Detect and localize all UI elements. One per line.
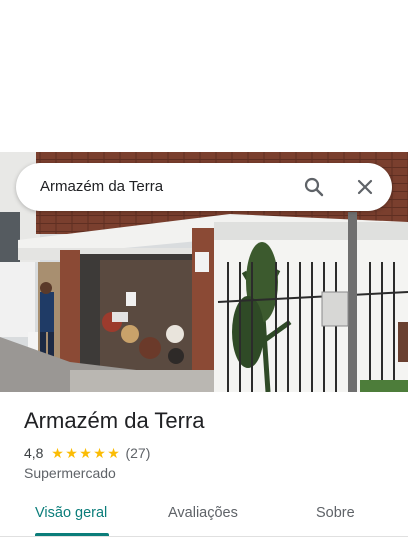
tab-overview[interactable]: Visão geral [35,505,107,521]
tabs-divider [0,536,408,537]
tab-bar: Visão geral Avaliações Sobre [0,497,408,537]
star-rating: ★ ★ ★ ★ ★ [50,445,120,461]
star-icon: ★ [65,445,78,461]
blank-area [0,0,408,152]
tab-about[interactable]: Sobre [316,505,355,521]
review-count[interactable]: (27) [125,445,150,461]
rating-value: 4,8 [24,445,44,461]
search-query-text[interactable]: Armazém da Terra [40,178,163,195]
star-icon: ★ [107,445,120,461]
close-icon[interactable] [353,175,377,199]
place-title: Armazém da Terra [24,408,205,433]
search-icon[interactable] [302,175,326,199]
tab-reviews[interactable]: Avaliações [168,505,238,521]
star-icon: ★ [93,445,106,461]
search-bar[interactable]: Armazém da Terra [16,163,392,211]
place-category: Supermercado [24,465,116,481]
star-icon: ★ [51,445,64,461]
star-icon: ★ [79,445,92,461]
rating-row[interactable]: 4,8 ★ ★ ★ ★ ★ (27) [24,444,150,462]
